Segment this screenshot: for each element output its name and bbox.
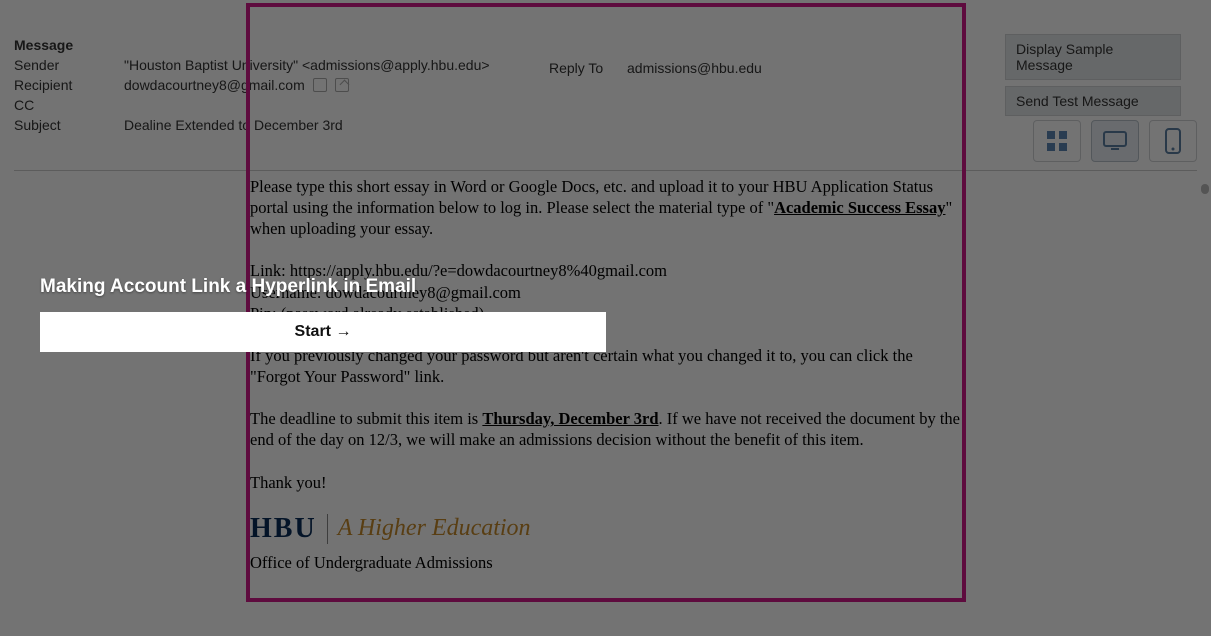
tutorial-overlay: Making Account Link a Hyperlink in Email…	[40, 276, 606, 352]
tutorial-start-button[interactable]: Start →	[40, 312, 606, 352]
tutorial-title: Making Account Link a Hyperlink in Email	[40, 276, 606, 298]
